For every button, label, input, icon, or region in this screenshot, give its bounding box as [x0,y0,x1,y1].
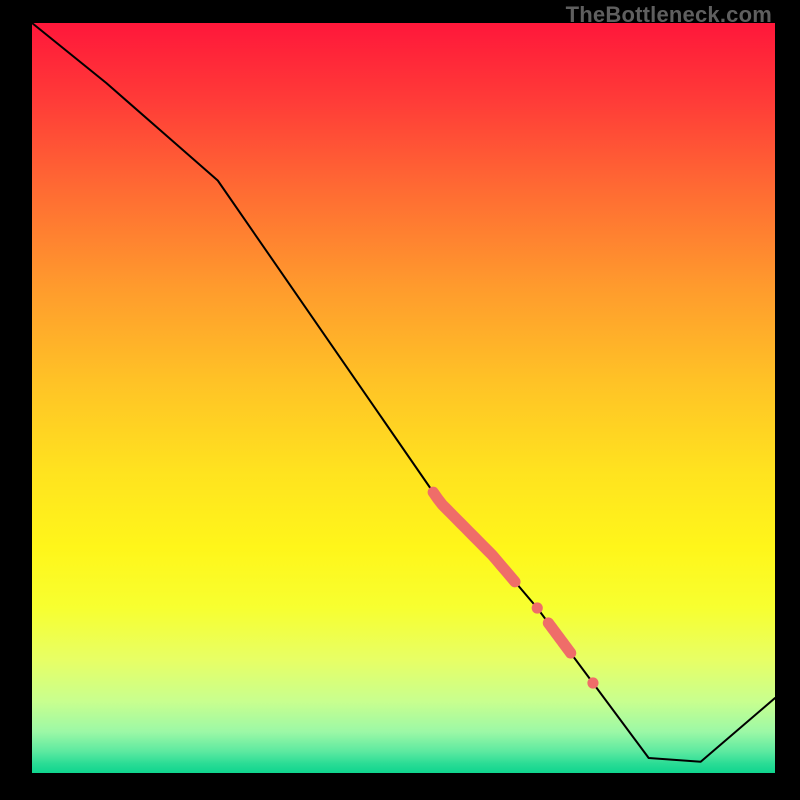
highlight-dot [532,602,543,613]
highlight-segment [433,492,515,581]
chart-curve [32,23,775,762]
chart-stage: TheBottleneck.com [0,0,800,800]
highlight-dot [587,677,598,688]
highlight-segment [548,623,570,653]
watermark-label: TheBottleneck.com [566,2,772,28]
highlighted-segments [433,492,598,688]
chart-line-layer [32,23,775,773]
plot-area [32,23,775,773]
